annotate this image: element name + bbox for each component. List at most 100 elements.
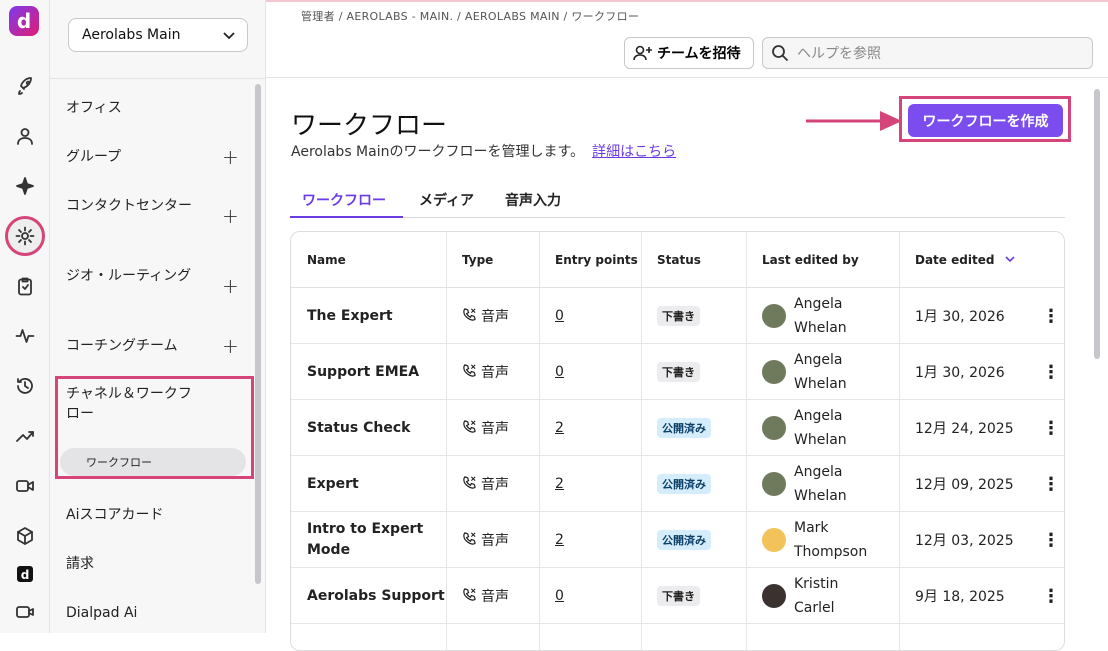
sparkle-icon[interactable] — [11, 172, 39, 200]
name-cell: The Expert — [291, 288, 446, 344]
user-name: Angela Whelan — [794, 464, 847, 504]
trending-icon[interactable] — [11, 422, 39, 450]
status-cell: 公開済み — [641, 456, 711, 512]
breadcrumb: 管理者 / AEROLABS - MAIN. / AEROLABS MAIN /… — [301, 10, 640, 23]
sidebar-item[interactable]: Aiスコアカード — [66, 505, 241, 525]
tab-2[interactable]: 音声入力 — [493, 190, 565, 218]
tab-0[interactable]: ワークフロー — [290, 190, 403, 218]
table-row[interactable]: Aerolabs Support 音声 0 下書き Kristin Carlel 9月 1… — [291, 568, 1064, 624]
sidebar-item[interactable]: グループ — [66, 147, 241, 167]
workflow-name[interactable]: Status Check — [307, 418, 410, 439]
main-content: ワークフロー Aerolabs Mainのワークフローを管理します。 詳細はこちら… — [266, 79, 1108, 651]
name-cell: Support EMEA — [291, 344, 446, 400]
org-selector[interactable]: Aerolabs Main — [68, 18, 248, 52]
settings-nav: Aerolabs Main オフィスグループコンタクトセンター ジオ・ルーティング… — [50, 0, 266, 633]
sidebar-item-label: オフィス — [66, 100, 122, 116]
workflow-name[interactable]: Intro to Expert Mode — [307, 519, 446, 561]
user-name: Kristin Carlel — [794, 576, 839, 616]
create-workflow-button[interactable]: ワークフローを作成 — [908, 104, 1063, 137]
status-badge: 下書き — [657, 586, 700, 606]
gear-icon[interactable] — [11, 222, 39, 250]
video-camera-icon[interactable] — [11, 472, 39, 500]
column-header-label: Type — [462, 253, 494, 267]
add-icon[interactable]: + — [222, 334, 239, 358]
add-icon[interactable]: + — [222, 145, 239, 169]
add-icon[interactable]: + — [222, 204, 239, 228]
sidebar-item-label: グループ — [66, 149, 122, 165]
clipboard-icon[interactable] — [11, 272, 39, 300]
type-label: 音声 — [481, 533, 509, 549]
pulse-icon[interactable] — [11, 322, 39, 350]
table-row[interactable]: The Expert 音声 0 下書き Angela Whelan 1月 30, 2026… — [291, 288, 1064, 344]
sidebar-item[interactable]: コーチングチーム — [66, 336, 241, 356]
workflow-name[interactable]: The Expert — [307, 306, 393, 327]
date-cell: 12月 09, 2025 — [899, 456, 1014, 512]
workflow-name[interactable]: Aerolabs Support — [307, 586, 445, 607]
more-options-icon[interactable]: ⋮ — [1042, 344, 1060, 400]
status-cell: 公開済み — [641, 512, 711, 568]
nav-scrollbar[interactable] — [255, 84, 261, 584]
table-row[interactable]: Intro to Expert Mode 音声 2 公開済み Mark Thompson… — [291, 512, 1064, 568]
add-icon[interactable]: + — [222, 274, 239, 298]
cube-icon[interactable] — [11, 522, 39, 550]
table-row[interactable]: Support EMEA 音声 0 下書き Angela Whelan 1月 30, 20… — [291, 344, 1064, 400]
table-row[interactable]: Status Check 音声 2 公開済み Angela Whelan 12月 24, … — [291, 400, 1064, 456]
entry-points-link[interactable]: 2 — [555, 476, 564, 492]
rocket-icon[interactable] — [11, 72, 39, 100]
status-badge: 公開済み — [657, 530, 711, 550]
chevron-down-icon[interactable] — [1004, 253, 1016, 268]
more-options-icon[interactable]: ⋮ — [1042, 456, 1060, 512]
dialpad-logo[interactable]: d — [9, 6, 39, 36]
status-badge: 下書き — [657, 306, 700, 326]
column-header[interactable]: Date edited — [899, 232, 1064, 288]
entry-cell: 2 — [539, 512, 564, 568]
tab-1[interactable]: メディア — [407, 190, 479, 218]
page-subtitle: Aerolabs Mainのワークフローを管理します。 詳細はこちら — [291, 141, 676, 161]
entry-points-link[interactable]: 0 — [555, 364, 564, 380]
tab-bar: ワークフロー メディア 音声入力 — [290, 190, 1065, 218]
sidebar-item[interactable]: ジオ・ルーティング — [66, 266, 196, 286]
camera-icon[interactable] — [11, 598, 39, 626]
type-label: 音声 — [481, 421, 509, 437]
date-edited: 9月 18, 2025 — [915, 589, 1005, 605]
more-options-icon[interactable]: ⋮ — [1042, 288, 1060, 344]
entry-points-link[interactable]: 2 — [555, 420, 564, 436]
more-options-icon[interactable]: ⋮ — [1042, 568, 1060, 624]
date-cell: 12月 03, 2025 — [899, 512, 1014, 568]
help-search[interactable]: ヘルプを参照 — [762, 37, 1093, 69]
entry-points-link[interactable]: 0 — [555, 588, 564, 604]
entry-points-link[interactable]: 0 — [555, 308, 564, 324]
user-name: Mark Thompson — [794, 520, 868, 560]
workflow-name[interactable]: Expert — [307, 474, 359, 495]
type-cell: 音声 — [446, 512, 509, 568]
user-name: Angela Whelan — [794, 352, 847, 392]
svg-text:d: d — [21, 568, 30, 582]
column-header-label: Date edited — [915, 253, 995, 267]
sidebar-subitem-workflow[interactable]: ワークフロー — [60, 448, 246, 476]
avatar — [762, 584, 786, 608]
entry-points-link[interactable]: 2 — [555, 532, 564, 548]
invite-team-button[interactable]: チームを招待 — [624, 37, 754, 69]
phone-icon — [462, 419, 477, 438]
sidebar-item[interactable]: Dialpad Ai — [66, 603, 241, 623]
sidebar-item[interactable]: コンタクトセンター — [66, 196, 196, 216]
user-cell: Kristin Carlel — [746, 568, 899, 624]
workflow-name[interactable]: Support EMEA — [307, 362, 419, 383]
status-cell: 下書き — [641, 568, 700, 624]
main-scrollbar[interactable] — [1094, 89, 1100, 359]
history-icon[interactable] — [11, 372, 39, 400]
person-icon[interactable] — [11, 122, 39, 150]
table-header: Name Type Entry points Status Last edited by… — [291, 232, 1064, 288]
name-cell: Aerolabs Support — [291, 568, 446, 624]
page-title: ワークフロー — [291, 111, 448, 141]
type-cell: 音声 — [446, 344, 509, 400]
entry-cell: 0 — [539, 568, 564, 624]
learn-more-link[interactable]: 詳細はこちら — [592, 144, 676, 160]
user-name: Angela Whelan — [794, 296, 847, 336]
more-options-icon[interactable]: ⋮ — [1042, 512, 1060, 568]
table-row[interactable]: Expert 音声 2 公開済み Angela Whelan 12月 09, 2025 ⋮ — [291, 456, 1064, 512]
sidebar-item[interactable]: 請求 — [66, 554, 241, 574]
more-options-icon[interactable]: ⋮ — [1042, 400, 1060, 456]
dialpad-icon[interactable]: d — [11, 560, 39, 588]
sidebar-item[interactable]: オフィス — [66, 98, 241, 118]
